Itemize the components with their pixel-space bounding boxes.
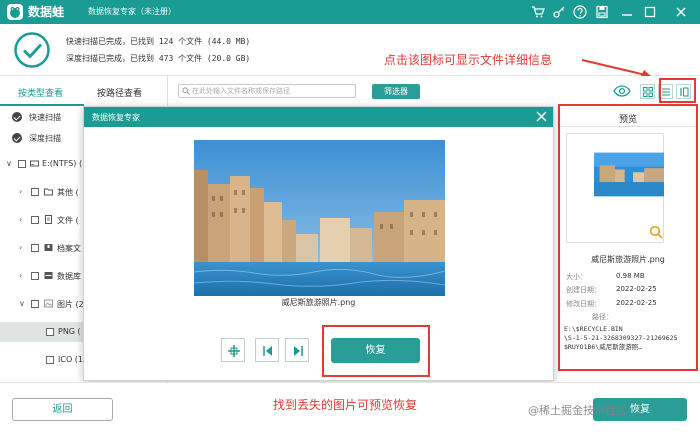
tab-by-type[interactable]: 按类型查看 (18, 86, 63, 99)
checkbox[interactable] (46, 328, 54, 336)
chevron-right-icon[interactable]: › (19, 215, 22, 224)
sidebar-item-label: 深度扫描 (29, 134, 61, 143)
size-label: 大小： (566, 273, 587, 281)
dialog-title: 数据恢复专家 (92, 113, 140, 122)
app-logo-icon (7, 4, 23, 20)
scan-complete-check-icon (13, 31, 51, 69)
previous-button[interactable] (255, 338, 279, 362)
next-icon (294, 346, 303, 356)
tree-item-label: ICO (1 (58, 355, 83, 364)
tree-item-label: 其他 ( (57, 188, 79, 197)
checkbox[interactable] (46, 356, 54, 364)
close-icon[interactable] (674, 5, 688, 19)
search-icon (182, 87, 190, 95)
deep-scan-status: 深度扫描已完成，已找到 473 个文件 (20.0 GB) (66, 54, 251, 63)
path-line: \S-1-5-21-3268309327-21269625 (564, 334, 678, 342)
tree-item-label: 图片 (2 (57, 300, 84, 309)
created-label: 创建日期： (566, 286, 601, 294)
radio-checked-icon[interactable] (12, 133, 22, 143)
key-icon[interactable] (552, 5, 566, 19)
created-value: 2022-02-25 (616, 285, 657, 293)
created-row: 创建日期： 2022-02-25 (566, 285, 657, 295)
title-bar: 数据蛙 数据恢复专家（未注册） (0, 0, 700, 24)
venice-photo-thumbnail (594, 152, 664, 197)
eye-icon[interactable] (613, 84, 631, 101)
scan-status-area: 快速扫描已完成，已找到 124 个文件 (44.0 MB) 深度扫描已完成，已找… (0, 24, 700, 78)
previous-icon (263, 346, 272, 356)
save-icon[interactable] (595, 5, 609, 19)
chevron-down-icon[interactable]: ∨ (19, 299, 25, 308)
grid-view-icon[interactable] (640, 84, 655, 99)
path-label: 路径： (592, 313, 613, 321)
checkbox[interactable] (31, 272, 39, 280)
size-value: 0.98 MB (616, 272, 645, 280)
folder-icon (44, 188, 53, 196)
zoom-icon[interactable] (649, 225, 663, 239)
drive-icon (30, 160, 39, 167)
dialog-close-icon[interactable] (535, 110, 548, 126)
preview-filename: 威尼斯旅游照片.png (591, 255, 665, 264)
dialog-header: 数据恢复专家 (84, 107, 553, 127)
path-line: $RUYO1B6\威尼斯旅游照… (564, 343, 643, 351)
quick-scan-status: 快速扫描已完成，已找到 124 个文件 (44.0 MB) (66, 37, 251, 46)
document-icon (45, 215, 52, 224)
modified-label: 修改日期： (566, 300, 601, 308)
bottom-annotation: 找到丢失的图片可预览恢复 (273, 398, 418, 412)
zoom-in-button[interactable] (221, 338, 245, 362)
checkbox[interactable] (31, 300, 39, 308)
search-placeholder: 在此处输入文件名称或保存路径 (192, 87, 290, 95)
radio-checked-icon[interactable] (12, 112, 22, 122)
path-line: E:\$RECYCLE.BIN (564, 325, 623, 333)
minimize-icon[interactable] (620, 5, 634, 19)
top-annotation: 点击该图标可显示文件详细信息 (384, 53, 553, 67)
image-icon (44, 299, 53, 308)
plus-icon (228, 345, 240, 357)
checkbox[interactable] (31, 244, 39, 252)
tree-item-label: PNG ( (58, 327, 81, 336)
chevron-right-icon[interactable]: › (19, 243, 22, 252)
chevron-right-icon[interactable]: › (19, 187, 22, 196)
preview-title: 预览 (618, 115, 637, 125)
maximize-icon[interactable] (643, 5, 657, 19)
filter-button[interactable]: 筛选器 (372, 84, 420, 99)
tree-item-label: 档案文 (57, 244, 81, 253)
size-row: 大小： 0.98 MB (566, 272, 645, 282)
preview-dialog: 数据恢复专家 威尼斯旅游照片.png 恢复 (83, 106, 554, 381)
checkbox[interactable] (31, 216, 39, 224)
archive-icon (44, 244, 53, 251)
tree-item-label: E:(NTFS) ( (42, 159, 83, 168)
search-input[interactable]: 在此处输入文件名称或保存路径 (178, 84, 356, 98)
sidebar-item-label: 快速扫描 (29, 113, 61, 122)
venice-photo (194, 140, 445, 296)
cart-icon[interactable] (531, 5, 545, 19)
next-button[interactable] (285, 338, 309, 362)
bottom-bar: 返回 找到丢失的图片可预览恢复 恢复 @稀土掘金技术社区 (0, 382, 700, 432)
tree-item-label: 数据库 (57, 272, 81, 281)
active-tab-underline (0, 104, 84, 106)
app-subtitle: 数据恢复专家（未注册） (88, 7, 176, 16)
dialog-recover-button[interactable]: 恢复 (331, 338, 420, 363)
dialog-filename: 威尼斯旅游照片.png (281, 298, 356, 307)
preview-panel: 预览 威尼斯旅游照片.png 大小： 0.98 MB 创建日期： 2022-02-2… (558, 104, 698, 371)
back-button[interactable]: 返回 (12, 398, 113, 421)
checkbox[interactable] (18, 160, 26, 168)
modified-value: 2022-02-25 (616, 299, 657, 307)
chevron-down-icon[interactable]: ∨ (6, 159, 12, 168)
divider (560, 126, 696, 127)
help-icon[interactable] (573, 5, 587, 19)
app-name: 数据蛙 (28, 5, 65, 19)
tab-by-path[interactable]: 按路径查看 (97, 86, 142, 99)
checkbox[interactable] (31, 188, 39, 196)
chevron-right-icon[interactable]: › (19, 271, 22, 280)
watermark: @稀土掘金技术社区 (528, 404, 627, 417)
preview-thumbnail-card[interactable] (566, 133, 664, 243)
tree-item-label: 文件 ( (57, 216, 79, 225)
database-icon (44, 272, 53, 279)
modified-row: 修改日期： 2022-02-25 (566, 299, 657, 309)
toolbar: 在此处输入文件名称或保存路径 筛选器 (168, 76, 700, 106)
detail-view-highlight (659, 78, 696, 103)
